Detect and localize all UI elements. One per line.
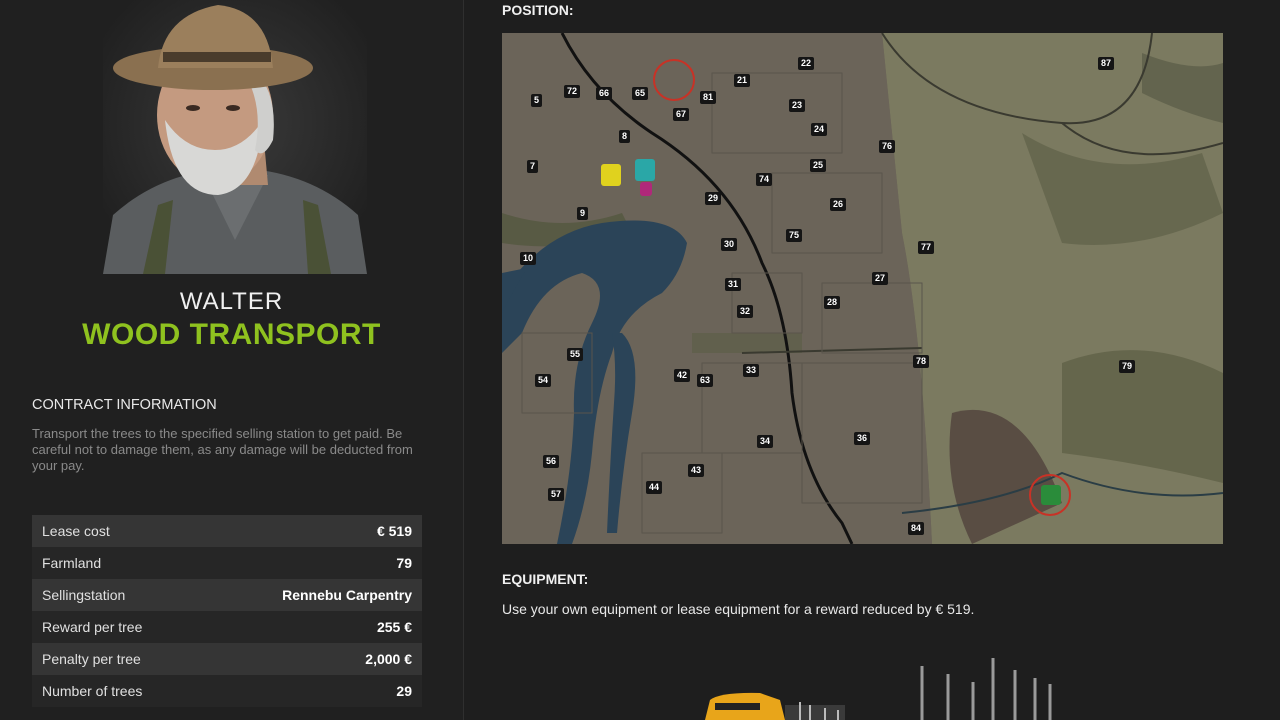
- plot-label[interactable]: 23: [789, 99, 806, 112]
- plot-label[interactable]: 77: [918, 241, 935, 254]
- plot-label[interactable]: 75: [786, 229, 803, 242]
- position-heading: POSITION:: [502, 2, 574, 18]
- plot-label[interactable]: 33: [743, 364, 760, 377]
- plot-label[interactable]: 54: [535, 374, 552, 387]
- plot-label[interactable]: 57: [548, 488, 565, 501]
- plot-label[interactable]: 84: [908, 522, 925, 535]
- detail-label: Farmland: [42, 555, 102, 571]
- panel-divider: [463, 0, 464, 720]
- detail-label: Number of trees: [42, 683, 143, 699]
- plot-label[interactable]: 44: [646, 481, 663, 494]
- plot-label[interactable]: 27: [872, 272, 889, 285]
- plot-label[interactable]: 55: [567, 348, 584, 361]
- detail-row-lease-cost: Lease cost € 519: [32, 515, 422, 547]
- detail-row-reward-per-tree: Reward per tree 255 €: [32, 611, 422, 643]
- detail-row-penalty-per-tree: Penalty per tree 2,000 €: [32, 643, 422, 675]
- contract-details-panel: WALTER WOOD TRANSPORT CONTRACT INFORMATI…: [0, 0, 463, 720]
- plot-label[interactable]: 7: [527, 160, 539, 173]
- plot-label[interactable]: 5: [531, 94, 543, 107]
- plot-label[interactable]: 30: [721, 238, 738, 251]
- plot-label[interactable]: 78: [913, 355, 930, 368]
- plot-label[interactable]: 67: [673, 108, 690, 121]
- detail-value: 2,000 €: [365, 651, 412, 667]
- contract-type-title: WOOD TRANSPORT: [82, 318, 381, 351]
- plot-label[interactable]: 63: [697, 374, 714, 387]
- plot-label[interactable]: 29: [705, 192, 722, 205]
- pickup-location-marker[interactable]: [653, 59, 695, 101]
- contract-details-table: Lease cost € 519 Farmland 79 Sellingstat…: [32, 515, 422, 707]
- plot-label[interactable]: 22: [798, 57, 815, 70]
- plot-label[interactable]: 43: [688, 464, 705, 477]
- equipment-vehicle-image: [700, 650, 1060, 720]
- position-map[interactable]: 5 72 66 65 67 81 21 22 87 23 8 24 76 7 2…: [502, 33, 1223, 544]
- plot-label[interactable]: 36: [854, 432, 871, 445]
- detail-label: Sellingstation: [42, 587, 126, 603]
- detail-value: 255 €: [376, 619, 412, 635]
- plot-label[interactable]: 28: [824, 296, 841, 309]
- detail-value: € 519: [376, 523, 412, 539]
- plot-label[interactable]: 79: [1119, 360, 1136, 373]
- detail-value: Rennebu Carpentry: [282, 587, 412, 603]
- plot-label[interactable]: 81: [700, 91, 717, 104]
- plot-label[interactable]: 26: [830, 198, 847, 211]
- plot-label[interactable]: 21: [734, 74, 751, 87]
- plot-label[interactable]: 32: [737, 305, 754, 318]
- contract-info-heading: CONTRACT INFORMATION: [32, 397, 217, 413]
- plot-label[interactable]: 24: [811, 123, 828, 136]
- equipment-description: Use your own equipment or lease equipmen…: [502, 601, 975, 617]
- detail-value: 29: [396, 683, 412, 699]
- detail-label: Penalty per tree: [42, 651, 141, 667]
- plot-label[interactable]: 34: [757, 435, 774, 448]
- plot-label[interactable]: 76: [879, 140, 896, 153]
- detail-row-number-of-trees: Number of trees 29: [32, 675, 422, 707]
- plot-label[interactable]: 31: [725, 278, 742, 291]
- equipment-heading: EQUIPMENT:: [502, 571, 589, 587]
- plot-label[interactable]: 74: [756, 173, 773, 186]
- plot-label[interactable]: 65: [632, 87, 649, 100]
- plot-label[interactable]: 56: [543, 455, 560, 468]
- plot-label[interactable]: 8: [619, 130, 631, 143]
- npc-portrait: [103, 0, 367, 274]
- plot-label[interactable]: 10: [520, 252, 537, 265]
- tree-icon[interactable]: [1041, 485, 1061, 505]
- detail-row-sellingstation: Sellingstation Rennebu Carpentry: [32, 579, 422, 611]
- plot-label[interactable]: 25: [810, 159, 827, 172]
- plot-label[interactable]: 9: [577, 207, 589, 220]
- plot-label[interactable]: 42: [674, 369, 691, 382]
- contract-info-description: Transport the trees to the specified sel…: [32, 426, 413, 473]
- detail-row-farmland: Farmland 79: [32, 547, 422, 579]
- map-terrain: [502, 33, 1223, 544]
- detail-label: Reward per tree: [42, 619, 143, 635]
- npc-name: WALTER: [179, 288, 284, 315]
- plot-label[interactable]: 72: [564, 85, 581, 98]
- detail-value: 79: [396, 555, 412, 571]
- detail-label: Lease cost: [42, 523, 110, 539]
- unload-icon: [640, 182, 652, 196]
- plot-label[interactable]: 66: [596, 87, 613, 100]
- plot-label[interactable]: 87: [1098, 57, 1115, 70]
- selling-station-icon[interactable]: [635, 159, 655, 181]
- shop-icon[interactable]: [601, 164, 621, 186]
